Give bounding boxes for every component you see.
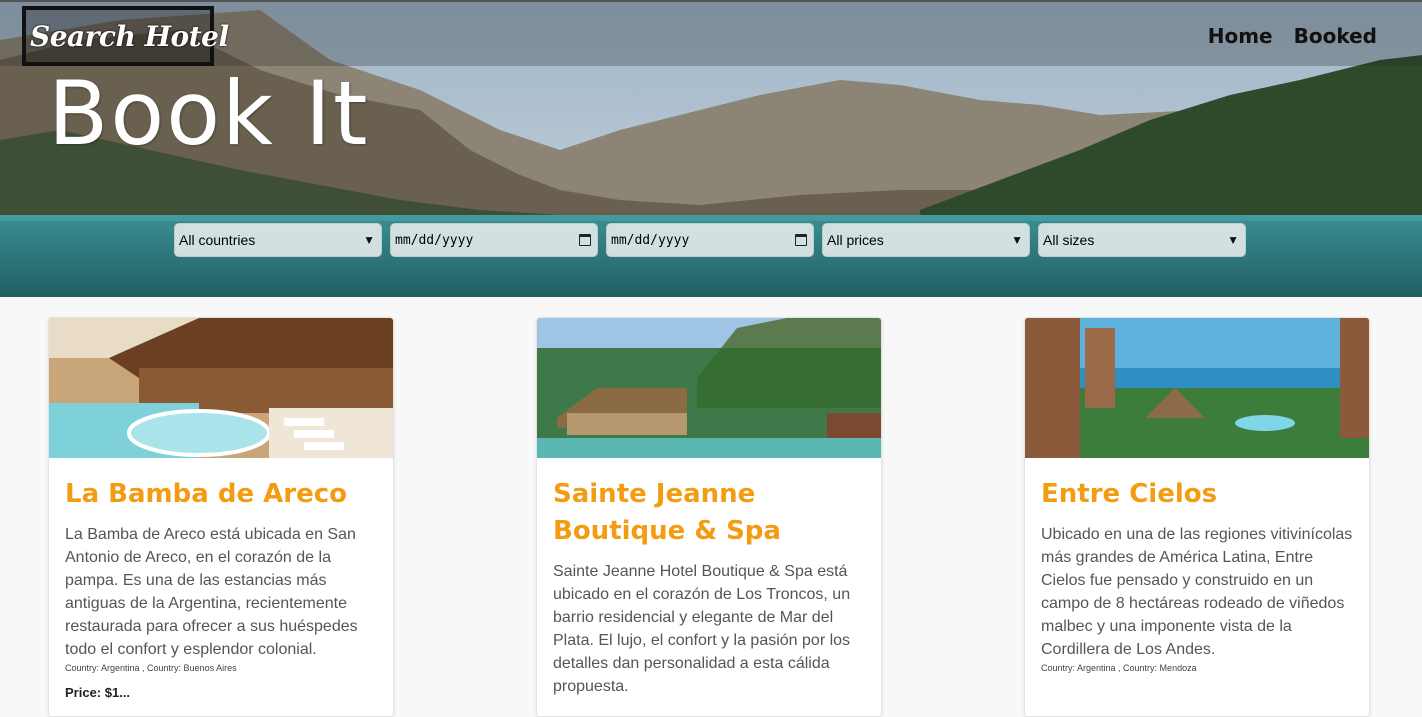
page-title: Book It — [48, 62, 370, 165]
nav-link-booked[interactable]: Booked — [1294, 24, 1377, 48]
date-from-value: mm/dd/yyyy — [395, 232, 474, 248]
date-from-input[interactable]: mm/dd/yyyy — [390, 223, 598, 257]
hero-banner: Search Hotel Home Booked Book It All cou… — [0, 0, 1422, 297]
hotel-image[interactable] — [1025, 318, 1369, 458]
calendar-icon[interactable] — [579, 234, 591, 246]
hotel-image[interactable] — [49, 318, 393, 458]
chevron-down-icon: ▼ — [1011, 233, 1023, 247]
hotel-price: Price: $1... — [65, 685, 131, 700]
logo[interactable]: Search Hotel — [22, 6, 229, 66]
hotel-card[interactable]: La Bamba de Areco La Bamba de Areco está… — [48, 317, 394, 717]
filter-bar: All countries ▼ mm/dd/yyyy mm/dd/yyyy Al… — [174, 223, 1246, 257]
price-select[interactable]: All prices ▼ — [822, 223, 1030, 257]
date-to-value: mm/dd/yyyy — [611, 232, 690, 248]
top-navbar: Search Hotel Home Booked — [0, 0, 1422, 66]
nav-link-home[interactable]: Home — [1208, 24, 1273, 48]
chevron-down-icon: ▼ — [363, 233, 375, 247]
hotel-name[interactable]: Sainte Jeanne Boutique & Spa — [553, 476, 865, 550]
country-select-value: All countries — [179, 232, 256, 248]
hotel-description: Ubicado en una de las regiones vitiviníc… — [1041, 526, 1353, 658]
logo-text: Search Hotel — [30, 19, 229, 53]
hotel-name[interactable]: La Bamba de Areco — [65, 476, 377, 513]
country-select[interactable]: All countries ▼ — [174, 223, 382, 257]
calendar-icon[interactable] — [795, 234, 807, 246]
hotel-location: Country: Argentina , Country: Mendoza — [1041, 663, 1197, 673]
hotel-card[interactable]: Entre Cielos Ubicado en una de las regio… — [1024, 317, 1370, 717]
hotel-location: Country: Argentina , Country: Buenos Air… — [65, 663, 237, 673]
hotel-image[interactable] — [537, 318, 881, 458]
main-nav: Home Booked — [1208, 24, 1377, 48]
date-to-input[interactable]: mm/dd/yyyy — [606, 223, 814, 257]
hotel-name[interactable]: Entre Cielos — [1041, 476, 1353, 513]
chevron-down-icon: ▼ — [1227, 233, 1239, 247]
size-select-value: All sizes — [1043, 232, 1095, 248]
price-select-value: All prices — [827, 232, 884, 248]
size-select[interactable]: All sizes ▼ — [1038, 223, 1246, 257]
hotel-card[interactable]: Sainte Jeanne Boutique & Spa Sainte Jean… — [536, 317, 882, 717]
hotel-description: La Bamba de Areco está ubicada en San An… — [65, 526, 358, 658]
hotel-description: Sainte Jeanne Hotel Boutique & Spa está … — [553, 563, 851, 695]
